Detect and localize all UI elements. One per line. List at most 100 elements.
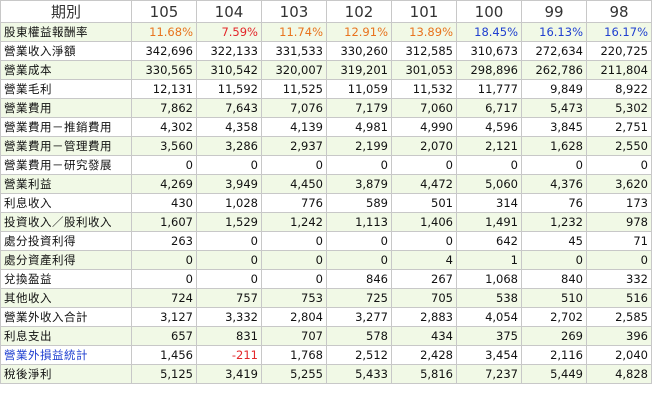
table-cell: 776 <box>261 193 327 213</box>
table-cell: 578 <box>326 326 392 346</box>
row-label-link[interactable]: 營業外損益統計 <box>0 345 132 365</box>
table-cell: 9,849 <box>521 79 587 99</box>
table-cell: 0 <box>586 155 652 175</box>
table-row: 營業收入淨額 342,696 322,133 331,533 330,260 312,58… <box>0 41 652 61</box>
table-cell: 846 <box>326 269 392 289</box>
table-cell: 2,116 <box>521 345 587 365</box>
table-cell: 3,454 <box>456 345 522 365</box>
table-row: 投資收入／股利收入 1,607 1,529 1,242 1,113 1,406 1,491 1… <box>0 212 652 232</box>
table-cell: 0 <box>261 231 327 251</box>
table-row: 處分資產利得 0 0 0 0 4 1 0 0 <box>0 250 652 270</box>
table-cell: 705 <box>391 288 457 308</box>
table-cell: 657 <box>131 326 197 346</box>
table-cell: 269 <box>521 326 587 346</box>
row-label: 營業費用 <box>0 98 132 118</box>
row-label: 營業費用－研究發展 <box>0 155 132 175</box>
table-cell: 2,199 <box>326 136 392 156</box>
table-cell: 0 <box>261 269 327 289</box>
table-cell: 11.68% <box>131 22 197 42</box>
table-cell: 4,302 <box>131 117 197 137</box>
table-cell: 0 <box>261 155 327 175</box>
table-cell: 831 <box>196 326 262 346</box>
table-cell: 0 <box>131 269 197 289</box>
table-cell: 978 <box>586 212 652 232</box>
table-row: 營業費用－研究發展 0 0 0 0 0 0 0 0 <box>0 155 652 175</box>
table-row: 營業外損益統計 1,456 -211 1,768 2,512 2,428 3,454 2,11… <box>0 345 652 365</box>
table-cell: 1,068 <box>456 269 522 289</box>
table-cell: 840 <box>521 269 587 289</box>
table-cell: 0 <box>196 250 262 270</box>
table-cell: 11,525 <box>261 79 327 99</box>
table-cell: 1,607 <box>131 212 197 232</box>
table-cell: 4,376 <box>521 174 587 194</box>
table-row: 營業費用 7,862 7,643 7,076 7,179 7,060 6,717 5,473 5… <box>0 98 652 118</box>
row-label: 其他收入 <box>0 288 132 308</box>
year-header: 100 <box>456 0 522 23</box>
table-cell: 2,585 <box>586 307 652 327</box>
table-cell: 4,472 <box>391 174 457 194</box>
table-cell: 267 <box>391 269 457 289</box>
table-cell: 3,949 <box>196 174 262 194</box>
table-cell: 12,131 <box>131 79 197 99</box>
row-label: 利息收入 <box>0 193 132 213</box>
table-cell: 11,059 <box>326 79 392 99</box>
row-label: 處分投資利得 <box>0 231 132 251</box>
table-cell: 434 <box>391 326 457 346</box>
table-cell: 13.89% <box>391 22 457 42</box>
table-cell: 11,532 <box>391 79 457 99</box>
table-cell: 319,201 <box>326 60 392 80</box>
table-cell: 1 <box>456 250 522 270</box>
row-label: 營業費用－推銷費用 <box>0 117 132 137</box>
table-cell: 310,673 <box>456 41 522 61</box>
table-cell: -211 <box>196 345 262 365</box>
table-cell: 1,529 <box>196 212 262 232</box>
table-cell: 2,121 <box>456 136 522 156</box>
table-cell: 501 <box>391 193 457 213</box>
table-cell: 272,634 <box>521 41 587 61</box>
table-cell: 4,358 <box>196 117 262 137</box>
table-cell: 173 <box>586 193 652 213</box>
row-label: 營業費用－管理費用 <box>0 136 132 156</box>
table-row: 其他收入 724 757 753 725 705 538 510 516 <box>0 288 652 308</box>
table-cell: 12.91% <box>326 22 392 42</box>
table-cell: 220,725 <box>586 41 652 61</box>
table-cell: 4,990 <box>391 117 457 137</box>
table-row: 營業費用－管理費用 3,560 3,286 2,937 2,199 2,070 2,121 1… <box>0 136 652 156</box>
table-row: 營業外收入合計 3,127 3,332 2,804 3,277 2,883 4,054 2,7… <box>0 307 652 327</box>
table-cell: 375 <box>456 326 522 346</box>
table-cell: 0 <box>131 250 197 270</box>
table-cell: 2,550 <box>586 136 652 156</box>
header-row: 期別 105 104 103 102 101 100 99 98 <box>0 0 652 23</box>
row-label: 營業外收入合計 <box>0 307 132 327</box>
table-cell: 312,585 <box>391 41 457 61</box>
table-cell: 7.59% <box>196 22 262 42</box>
table-cell: 2,040 <box>586 345 652 365</box>
table-cell: 2,702 <box>521 307 587 327</box>
table-cell: 538 <box>456 288 522 308</box>
table-cell: 0 <box>196 155 262 175</box>
table-cell: 211,804 <box>586 60 652 80</box>
table-row: 營業利益 4,269 3,949 4,450 3,879 4,472 5,060 4,376 3… <box>0 174 652 194</box>
row-label: 投資收入／股利收入 <box>0 212 132 232</box>
table-cell: 725 <box>326 288 392 308</box>
table-cell: 320,007 <box>261 60 327 80</box>
table-cell: 589 <box>326 193 392 213</box>
table-cell: 6,717 <box>456 98 522 118</box>
table-cell: 0 <box>196 231 262 251</box>
table-row: 稅後淨利 5,125 3,419 5,255 5,433 5,816 7,237 5,449 4… <box>0 364 652 384</box>
table-cell: 5,302 <box>586 98 652 118</box>
table-row: 股東權益報酬率 11.68% 7.59% 11.74% 12.91% 13.89% 18.4… <box>0 22 652 42</box>
table-cell: 0 <box>261 250 327 270</box>
table-cell: 11,777 <box>456 79 522 99</box>
table-cell: 0 <box>521 250 587 270</box>
table-cell: 298,896 <box>456 60 522 80</box>
table-cell: 1,406 <box>391 212 457 232</box>
row-label: 股東權益報酬率 <box>0 22 132 42</box>
table-row: 兌換盈益 0 0 0 846 267 1,068 840 332 <box>0 269 652 289</box>
table-cell: 5,816 <box>391 364 457 384</box>
table-cell: 322,133 <box>196 41 262 61</box>
table-cell: 16.13% <box>521 22 587 42</box>
table-cell: 2,751 <box>586 117 652 137</box>
table-cell: 342,696 <box>131 41 197 61</box>
table-cell: 516 <box>586 288 652 308</box>
